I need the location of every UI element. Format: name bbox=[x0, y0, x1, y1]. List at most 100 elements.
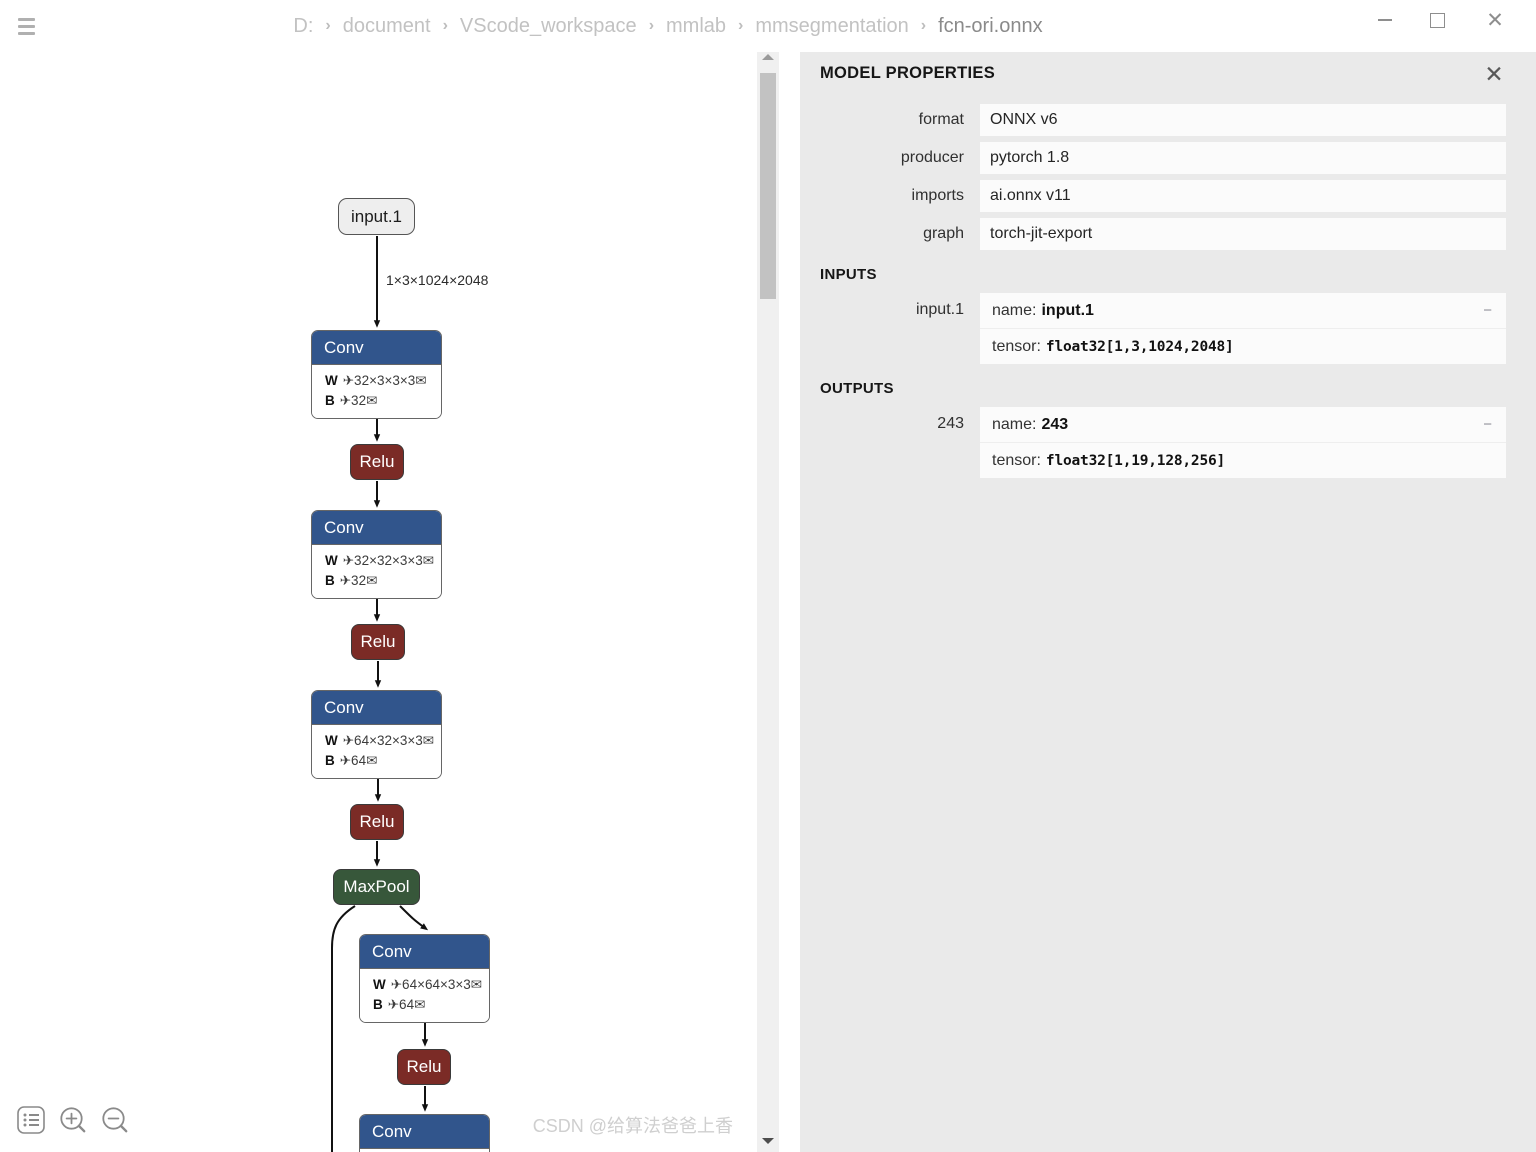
inputs-section-title: INPUTS bbox=[820, 266, 877, 283]
window-maximize-button[interactable] bbox=[1414, 0, 1460, 40]
output-row: 243 name: 243− tensor: float32[1,19,128,256] bbox=[800, 407, 1506, 478]
input-name-line: name: input.1 − bbox=[980, 293, 1506, 329]
breadcrumb-separator: › bbox=[648, 17, 655, 34]
input-collapse-toggle[interactable]: − bbox=[1481, 302, 1494, 319]
csdn-watermark: CSDN @给算法爸爸上香 bbox=[532, 1116, 733, 1136]
graph-node-attribute: W ✈64×32×3×3✉ bbox=[325, 733, 435, 748]
graph-node-relu[interactable]: Relu bbox=[350, 804, 404, 840]
output-label: 243 bbox=[937, 415, 964, 432]
breadcrumb-item-5[interactable]: fcn-ori.onnx bbox=[934, 15, 1047, 38]
output-name-line: name: 243 − bbox=[980, 407, 1506, 443]
window-minimize-button[interactable] bbox=[1362, 0, 1408, 40]
property-row-imports: imports ai.onnx v11 bbox=[800, 180, 1506, 212]
graph-node-header: Conv bbox=[312, 511, 441, 545]
graph-node-maxpool[interactable]: MaxPool bbox=[333, 869, 420, 905]
graph-node-attribute: W ✈32×3×3×3✉ bbox=[325, 373, 427, 388]
graph-node-attributes: W ✈64×64×3×3✉ B ✈64✉ bbox=[360, 969, 489, 1022]
graph-node-attribute: B ✈64✉ bbox=[373, 997, 426, 1012]
window-close-button[interactable]: ✕ bbox=[1472, 0, 1518, 40]
breadcrumb-separator: › bbox=[738, 17, 744, 34]
graph-node-label: Relu bbox=[360, 632, 396, 651]
graph-node-attributes: W ✈64×32×3×3✉ B ✈64✉ bbox=[312, 725, 441, 778]
graph-node-conv-10[interactable]: Conv bbox=[359, 1114, 490, 1152]
name-key: name: bbox=[992, 301, 1037, 319]
list-properties-icon[interactable] bbox=[16, 1105, 46, 1140]
minimize-icon bbox=[1378, 19, 1392, 21]
zoom-in-icon[interactable] bbox=[58, 1105, 88, 1140]
outputs-list: 243 name: 243− tensor: float32[1,19,128,256] bbox=[800, 407, 1536, 478]
breadcrumb-item-4[interactable]: mmsegmentation bbox=[751, 15, 912, 38]
graph-node-label: Relu bbox=[359, 812, 395, 831]
scroll-down-arrow-icon[interactable] bbox=[757, 1130, 779, 1152]
property-value: torch-jit-export bbox=[980, 218, 1506, 250]
tensor-value: float32[1,3,1024,2048] bbox=[1045, 338, 1234, 355]
model-properties-sidebar: MODEL PROPERTIES ✕ format ONNX v6 producer… bbox=[800, 46, 1536, 1152]
graph-node-label: input.1 bbox=[350, 206, 403, 226]
graph-node-relu[interactable]: Relu bbox=[351, 624, 405, 660]
canvas-vertical-scrollbar[interactable] bbox=[757, 46, 779, 1152]
scrollbar-thumb[interactable] bbox=[760, 73, 776, 299]
breadcrumb-item-3[interactable]: mmlab bbox=[662, 15, 730, 38]
input-label: input.1 bbox=[915, 301, 964, 318]
graph-node-conv-5[interactable]: Conv W ✈64×32×3×3✉ B ✈64✉ bbox=[311, 690, 442, 779]
graph-node-label: Relu bbox=[406, 1057, 442, 1076]
graph-canvas[interactable]: input.1 Conv W ✈32×3×3×3✉ B ✈32✉ Relu Conv W ✈32×… bbox=[0, 46, 757, 1152]
canvas-toolbar bbox=[16, 1105, 130, 1140]
breadcrumb-item-2[interactable]: VScode_workspace bbox=[456, 15, 641, 38]
property-label: producer bbox=[900, 149, 964, 166]
input-tensor-line: tensor: float32[1,3,1024,2048] bbox=[980, 329, 1506, 364]
property-row-format: format ONNX v6 bbox=[800, 104, 1506, 136]
breadcrumb-separator: › bbox=[920, 17, 927, 34]
graph-node-label: MaxPool bbox=[343, 877, 410, 896]
outputs-section-title: OUTPUTS bbox=[820, 380, 894, 397]
property-label: imports bbox=[911, 187, 964, 204]
model-properties-list: format ONNX v6 producer pytorch 1.8 imports a… bbox=[800, 104, 1536, 250]
tensor-key: tensor: bbox=[992, 451, 1041, 469]
inputs-list: input.1 name: input.1− tensor: float32[1,3,1… bbox=[800, 293, 1536, 364]
name-value: input.1 bbox=[1041, 301, 1094, 319]
graph-node-relu[interactable]: Relu bbox=[350, 444, 404, 480]
tensor-key: tensor: bbox=[992, 337, 1041, 355]
graph-node-attribute: W ✈32×32×3×3✉ bbox=[325, 553, 435, 568]
graph-node-attributes: W ✈32×32×3×3✉ B ✈32✉ bbox=[312, 545, 441, 598]
output-tensor-line: tensor: float32[1,19,128,256] bbox=[980, 443, 1506, 478]
input-row: input.1 name: input.1− tensor: float32[1,3,1… bbox=[800, 293, 1506, 364]
zoom-out-icon[interactable] bbox=[100, 1105, 130, 1140]
breadcrumb-item-0[interactable]: D: bbox=[289, 15, 317, 38]
graph-node-conv-1[interactable]: Conv W ✈32×3×3×3✉ B ✈32✉ bbox=[311, 330, 442, 419]
graph-node-value-input.1[interactable]: input.1 bbox=[338, 198, 415, 235]
graph-node-header: Conv bbox=[360, 1115, 489, 1149]
property-row-producer: producer pytorch 1.8 bbox=[800, 142, 1506, 174]
graph-node-attribute: B ✈64✉ bbox=[325, 753, 378, 768]
graph-node-label: Relu bbox=[359, 452, 395, 471]
graph-node-relu[interactable]: Relu bbox=[397, 1049, 451, 1085]
graph-node-attribute: B ✈32✉ bbox=[325, 573, 378, 588]
graph-node-conv-3[interactable]: Conv W ✈32×32×3×3✉ B ✈32✉ bbox=[311, 510, 442, 599]
property-label: format bbox=[918, 111, 964, 128]
property-label: graph bbox=[923, 225, 964, 242]
graph-nodes-layer: input.1 Conv W ✈32×3×3×3✉ B ✈32✉ Relu Conv W ✈32×… bbox=[0, 46, 757, 1152]
property-row-graph: graph torch-jit-export bbox=[800, 218, 1506, 250]
breadcrumb-separator: › bbox=[442, 17, 448, 34]
graph-node-header: Conv bbox=[312, 691, 441, 725]
graph-node-conv-8[interactable]: Conv W ✈64×64×3×3✉ B ✈64✉ bbox=[359, 934, 490, 1023]
property-value: ONNX v6 bbox=[980, 104, 1506, 136]
breadcrumb-item-1[interactable]: document bbox=[339, 15, 435, 38]
breadcrumb-separator: › bbox=[325, 17, 331, 34]
sidebar-close-button[interactable]: ✕ bbox=[1478, 58, 1510, 90]
graph-node-attribute: B ✈32✉ bbox=[325, 393, 378, 408]
page-title: MODEL PROPERTIES bbox=[820, 64, 996, 82]
graph-node-attribute: W ✈64×64×3×3✉ bbox=[373, 977, 483, 992]
graph-node-header: Conv bbox=[360, 935, 489, 969]
graph-node-attributes: W ✈32×3×3×3✉ B ✈32✉ bbox=[312, 365, 441, 418]
output-card: name: 243 − tensor: float32[1,19,128,256] bbox=[980, 407, 1506, 478]
name-key: name: bbox=[992, 415, 1037, 433]
netron-window: D: › document › VScode_workspace › mmlab › mmseg… bbox=[0, 0, 1536, 1152]
output-collapse-toggle[interactable]: − bbox=[1481, 416, 1494, 433]
maximize-icon bbox=[1429, 12, 1445, 28]
graph-edge-label: 1×3×1024×2048 bbox=[386, 272, 489, 288]
tensor-value: float32[1,19,128,256] bbox=[1045, 452, 1226, 469]
name-value: 243 bbox=[1041, 415, 1069, 433]
input-card: name: input.1 − tensor: float32[1,3,1024,204… bbox=[980, 293, 1506, 364]
breadcrumb: D: › document › VScode_workspace › mmlab › mmseg… bbox=[0, 0, 1336, 52]
